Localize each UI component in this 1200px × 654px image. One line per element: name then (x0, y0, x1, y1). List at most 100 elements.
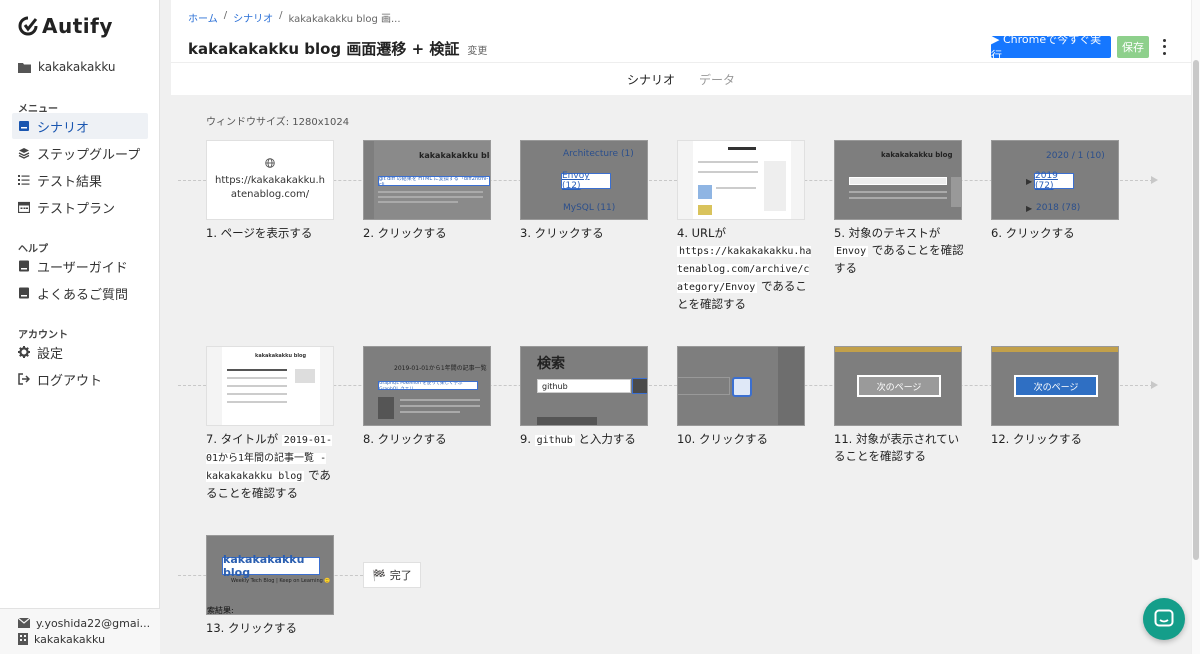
step-code: github (534, 435, 575, 446)
step-thumbnail[interactable]: kakakakakku blog git diff の結果を HTML に変換す… (363, 140, 491, 220)
scenario-step[interactable]: kakakakakku blog Weekly Tech Blog | Keep… (206, 535, 334, 637)
scenario-step[interactable]: kakakakakku blog 5. 対象のテキストが Envoy であることを… (834, 140, 964, 277)
thumb-line (378, 191, 483, 193)
edit-title-link[interactable]: 変更 (467, 42, 487, 57)
step-thumbnail[interactable]: 検索 github (520, 346, 648, 426)
step-thumbnail[interactable]: kakakakakku blog (206, 346, 334, 426)
thumb-sidebar (778, 347, 804, 425)
thumb-text: 索結果: (207, 606, 234, 615)
sidebar-item-logout[interactable]: ログアウト (12, 366, 148, 392)
scenario-step[interactable]: https://kakakakakku.hatenablog.com/ 1. ペ… (206, 140, 334, 242)
breadcrumb: ホーム / シナリオ / kakakakakku blog 画... (188, 10, 401, 25)
tab-data[interactable]: データ (699, 71, 735, 88)
sidebar-item-test-plans[interactable]: テストプラン (12, 194, 148, 220)
page-scrollbar[interactable] (1191, 0, 1200, 654)
scenario-step[interactable]: 2019-01-01から1年間の記事一覧 GraphQL Pokémon を使っ… (363, 346, 491, 448)
scenario-step[interactable]: kakakakakku blog git diff の結果を HTML に変換す… (363, 140, 491, 242)
step-caption: 1. ページを表示する (206, 225, 341, 242)
thumb-line (849, 197, 947, 199)
save-button[interactable]: 保存 (1117, 36, 1149, 58)
step-thumbnail[interactable]: 次のページ (991, 346, 1119, 426)
thumb-line (227, 369, 287, 371)
step-thumbnail[interactable]: kakakakakku blog (834, 140, 962, 220)
breadcrumb-separator: / (223, 10, 228, 21)
step-text: クリックする (534, 226, 604, 240)
tab-scenario[interactable]: シナリオ (627, 71, 675, 88)
step-text: タイトルが (220, 432, 279, 446)
thumb-highlight (849, 177, 947, 185)
step-thumbnail[interactable] (677, 346, 805, 426)
thumb-input (678, 377, 730, 395)
thumb-highlight: 次のページ (857, 375, 941, 397)
thumb-strip (835, 347, 961, 352)
step-number: 4. (677, 226, 688, 240)
step-text: 対象が表示されていることを確認する (834, 432, 960, 463)
scenario-step[interactable]: 10. クリックする (677, 346, 805, 448)
globe-icon (265, 158, 275, 168)
support-chat-button[interactable] (1143, 598, 1185, 640)
autify-logo[interactable]: Autify (18, 14, 113, 38)
step-thumbnail[interactable] (677, 140, 805, 220)
thumb-highlight: GraphQL Pokémon を使って楽しく学ぶ GraphQL クエリ (378, 381, 478, 390)
workspace-switcher[interactable]: kakakakakku (18, 60, 116, 74)
scenario-step[interactable]: 検索 github 9. github と入力する (520, 346, 648, 449)
thumb-text: Architecture (1) (563, 149, 634, 159)
thumb-line (378, 201, 458, 203)
thumb-highlight: github (537, 379, 631, 393)
book-icon (19, 260, 29, 272)
account-info[interactable]: y.yoshida22@gmai... kakakakakku (0, 608, 160, 654)
step-caption: 7. タイトルが 2019-01-01から1年間の記事一覧 - kakakaka… (206, 431, 341, 502)
step-number: 6. (991, 226, 1002, 240)
breadcrumb-separator: / (279, 10, 283, 21)
step-thumbnail[interactable]: 次のページ (834, 346, 962, 426)
sidebar-item-faq[interactable]: よくあるご質問 (12, 280, 148, 306)
step-thumbnail[interactable]: 2019-01-01から1年間の記事一覧 GraphQL Pokémon を使っ… (363, 346, 491, 426)
org-name: kakakakakku (34, 632, 106, 646)
search-icon (732, 377, 752, 397)
scenario-step[interactable]: kakakakakku blog 7. タイトルが 2019-01-01から1年… (206, 346, 334, 502)
autify-logo-icon (18, 16, 38, 36)
sidebar-item-label: シナリオ (37, 120, 90, 136)
scenario-step[interactable]: 次のページ 12. クリックする (991, 346, 1119, 448)
scenario-step[interactable]: Architecture (1) Envoy (12) MySQL (11) 3… (520, 140, 648, 242)
sidebar-item-test-results[interactable]: テスト結果 (12, 167, 148, 193)
step-text: クリックする (377, 432, 447, 446)
scrollbar-thumb[interactable] (1193, 60, 1199, 560)
step-text: クリックする (1005, 226, 1075, 240)
scenario-step[interactable]: 2020 / 1 (10) ▶ 2019 (72) ▶ 2018 (78) 6.… (991, 140, 1119, 242)
run-in-chrome-button[interactable]: ▶ Chromeで今すぐ実行 (991, 33, 1111, 62)
step-thumbnail[interactable]: kakakakakku blog Weekly Tech Blog | Keep… (206, 535, 334, 615)
step-thumbnail[interactable]: Architecture (1) Envoy (12) MySQL (11) (520, 140, 648, 220)
more-options-icon[interactable] (1159, 37, 1169, 57)
thumb-line (849, 191, 947, 193)
thumb-line (227, 401, 287, 403)
scenario-icon (19, 121, 29, 131)
step-caption: 8. クリックする (363, 431, 498, 448)
workspace-name: kakakakakku (38, 60, 116, 74)
logout-icon (18, 373, 30, 385)
sidebar-item-scenario[interactable]: シナリオ (12, 113, 148, 139)
step-text: クリックする (227, 621, 297, 635)
scenario-step[interactable]: 次のページ 11. 対象が表示されていることを確認する (834, 346, 962, 465)
thumb-sidebar (764, 161, 786, 211)
step-thumbnail[interactable]: 2020 / 1 (10) ▶ 2019 (72) ▶ 2018 (78) (991, 140, 1119, 220)
sidebar-item-step-groups[interactable]: ステップグループ (12, 140, 148, 166)
breadcrumb-scenarios[interactable]: シナリオ (233, 10, 273, 25)
step-text: クリックする (1012, 432, 1082, 446)
scenario-tabs: シナリオ データ (171, 62, 1191, 95)
sidebar-item-label: テストプラン (37, 201, 116, 217)
thumb-highlight: git diff の結果を HTML に変換する「diff2html-cli..… (378, 176, 490, 186)
breadcrumb-home[interactable]: ホーム (188, 10, 218, 25)
thumb-heading (537, 417, 597, 425)
sidebar-item-settings[interactable]: 設定 (12, 339, 148, 365)
finish-flag-icon: 🏁 (372, 568, 386, 582)
step-number: 5. (834, 226, 845, 240)
scenario-step[interactable]: 4. URLが https://kakakakakku.hatenablog.co… (677, 140, 812, 313)
thumb-line (400, 399, 480, 401)
step-caption: 5. 対象のテキストが Envoy であることを確認する (834, 225, 969, 277)
sidebar-item-user-guide[interactable]: ユーザーガイド (12, 253, 148, 279)
step-number: 9. (520, 432, 531, 446)
step-thumbnail[interactable]: https://kakakakakku.hatenablog.com/ (206, 140, 334, 220)
thumb-line (227, 393, 287, 395)
sidebar: Autify kakakakakku メニュー シナリオ ステップグループ テス… (0, 0, 160, 654)
